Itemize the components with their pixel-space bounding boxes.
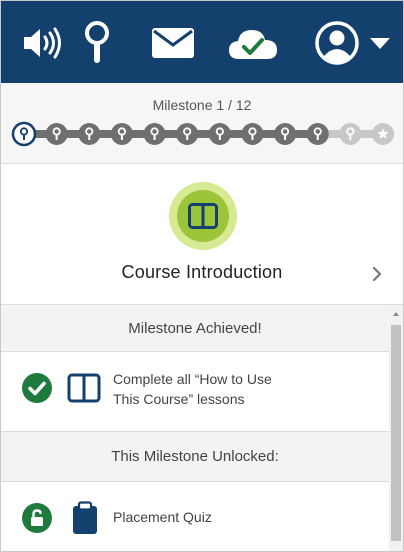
speaker-icon — [24, 27, 61, 59]
milestone-track — [11, 121, 394, 147]
cloud-check-icon — [229, 30, 277, 59]
milestone-node-current[interactable] — [11, 121, 37, 147]
pin-button[interactable] — [81, 21, 113, 63]
unlock-icon — [22, 503, 52, 533]
milestone-details: Milestone Achieved! Complete all “How to… — [1, 305, 389, 551]
achieved-item-line1: Complete all “How to Use — [113, 371, 272, 387]
achieved-header: Milestone Achieved! — [1, 305, 389, 352]
book-icon — [188, 203, 218, 229]
milestone-node[interactable] — [306, 123, 329, 145]
milestone-node[interactable] — [110, 123, 133, 145]
achieved-item-line2: This Course” lessons — [113, 391, 245, 407]
course-panel: Milestone 1 / 12 Course Introduction Mil… — [0, 0, 404, 552]
mail-icon — [152, 28, 194, 58]
scroll-up-arrow-icon[interactable] — [389, 307, 403, 321]
scrollbar-thumb[interactable] — [391, 325, 401, 541]
clipboard-icon — [73, 501, 97, 534]
milestone-node[interactable] — [78, 123, 101, 145]
milestone-node[interactable] — [241, 123, 264, 145]
caret-down-icon — [370, 38, 390, 49]
unlocked-item-label: Placement Quiz — [113, 509, 212, 525]
achieved-header-label: Milestone Achieved! — [128, 319, 262, 337]
list-item[interactable]: Complete all “How to Use This Course” le… — [1, 352, 389, 432]
milestone-node[interactable] — [274, 123, 297, 145]
pin-icon — [85, 21, 109, 63]
milestone-label: Milestone 1 / 12 — [152, 97, 252, 113]
vertical-scrollbar[interactable] — [389, 305, 403, 551]
milestone-node[interactable] — [176, 123, 199, 145]
milestone-node[interactable] — [45, 123, 68, 145]
top-toolbar — [1, 1, 403, 83]
user-menu-button[interactable] — [311, 21, 395, 65]
book-outline-icon — [67, 373, 101, 403]
messages-button[interactable] — [149, 23, 197, 63]
milestone-node[interactable] — [339, 123, 362, 145]
user-icon — [315, 21, 359, 65]
list-item[interactable]: Placement Quiz — [1, 482, 389, 551]
milestone-node[interactable] — [143, 123, 166, 145]
check-circle-icon — [22, 373, 52, 403]
audio-button[interactable] — [19, 23, 65, 63]
course-icon-badge — [169, 182, 237, 250]
milestone-final-node[interactable] — [372, 123, 394, 145]
course-card[interactable]: Course Introduction — [1, 164, 403, 305]
course-title: Course Introduction — [121, 262, 283, 282]
unlocked-header-label: This Milestone Unlocked: — [111, 448, 279, 465]
sync-status-button[interactable] — [227, 23, 279, 63]
milestone-node[interactable] — [208, 123, 231, 145]
chevron-right-icon[interactable] — [367, 264, 387, 284]
milestone-progress: Milestone 1 / 12 — [1, 83, 403, 164]
unlocked-header: This Milestone Unlocked: — [1, 432, 389, 482]
